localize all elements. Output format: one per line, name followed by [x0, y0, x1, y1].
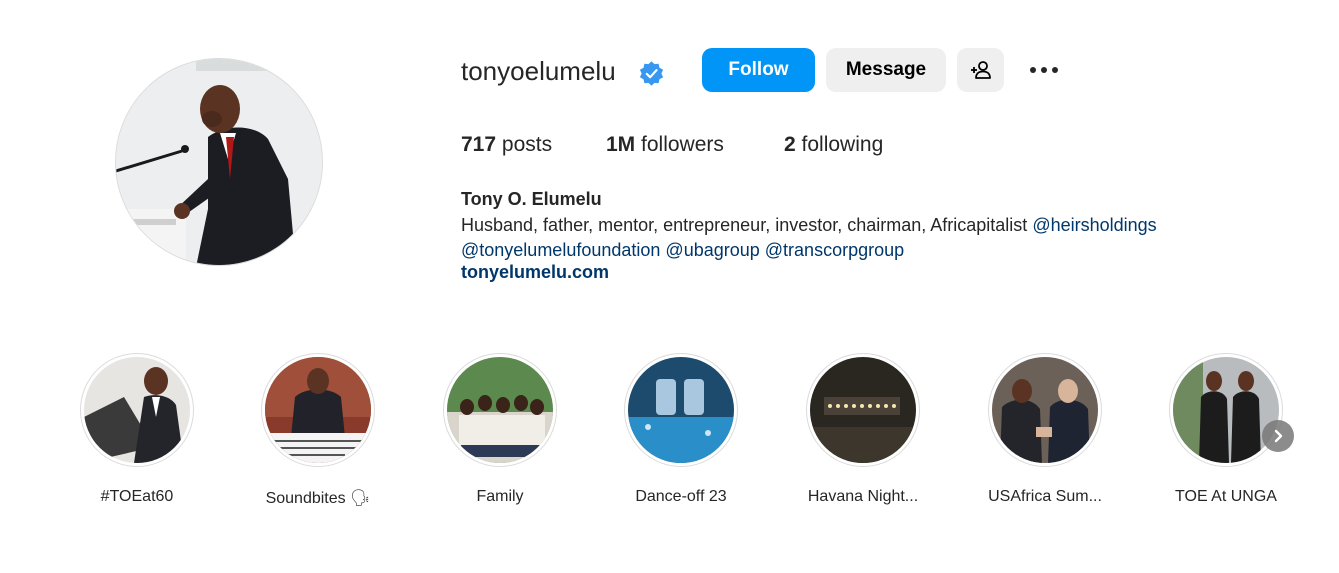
highlight-label: Family [476, 488, 524, 505]
highlight-item[interactable]: Soundbites 🗣 [238, 353, 398, 508]
highlight-image [628, 357, 734, 463]
following-link[interactable]: 2 following [784, 133, 883, 157]
more-options-icon [1030, 67, 1058, 73]
mention-transcorpgroup[interactable]: @transcorpgroup [765, 240, 904, 260]
suggest-user-button[interactable] [957, 48, 1004, 92]
chevron-right-icon [1274, 429, 1283, 443]
highlight-image [84, 357, 190, 463]
full-name: Tony O. Elumelu [461, 189, 602, 209]
highlight-cover [1169, 353, 1283, 467]
profile-avatar[interactable] [115, 58, 323, 266]
posts-count-value: 717 [461, 133, 497, 156]
highlight-item[interactable]: Dance-off 23 [601, 353, 761, 506]
highlight-item[interactable]: #TOEat60 [57, 353, 217, 506]
avatar-image [116, 59, 322, 265]
highlight-image [265, 357, 371, 463]
profile-page: tonyoelumelu Follow Message 717 posts 1M… [0, 0, 1339, 573]
highlight-item[interactable]: USAfrica Sum... [965, 353, 1125, 506]
website-link[interactable]: tonyelumelu.com [461, 262, 609, 283]
highlights-next-button[interactable] [1262, 420, 1294, 452]
followers-count-label: followers [641, 133, 724, 156]
bio: Husband, father, mentor, entrepreneur, i… [461, 213, 1241, 262]
highlight-label: Soundbites 🗣 [265, 490, 371, 507]
username: tonyoelumelu [461, 56, 616, 86]
highlight-cover [80, 353, 194, 467]
mention-tonyelumelufoundation[interactable]: @tonyelumelufoundation [461, 240, 660, 260]
highlight-cover [261, 353, 375, 467]
highlight-label: Dance-off 23 [635, 488, 727, 505]
highlight-cover [443, 353, 557, 467]
follow-button[interactable]: Follow [702, 48, 815, 92]
highlight-item[interactable]: Family [420, 353, 580, 506]
highlight-item[interactable]: Havana Night... [783, 353, 943, 506]
followers-link[interactable]: 1M followers [606, 133, 724, 157]
add-person-icon [970, 61, 991, 79]
mention-heirsholdings[interactable]: @heirsholdings [1032, 215, 1156, 235]
highlight-label: #TOEat60 [100, 488, 174, 505]
bio-text: Husband, father, mentor, entrepreneur, i… [461, 215, 1028, 235]
mention-ubagroup[interactable]: @ubagroup [665, 240, 759, 260]
highlight-image [992, 357, 1098, 463]
highlight-label: USAfrica Sum... [988, 488, 1102, 505]
more-options-button[interactable] [1020, 48, 1068, 92]
highlight-label: Havana Night... [807, 488, 919, 505]
highlight-cover [624, 353, 738, 467]
highlight-cover [806, 353, 920, 467]
highlight-image [810, 357, 916, 463]
highlight-image [447, 357, 553, 463]
posts-count: 717 posts [461, 133, 552, 157]
highlight-label: TOE At UNGA [1175, 488, 1277, 505]
highlight-image [1173, 357, 1279, 463]
verified-badge-icon [639, 61, 664, 86]
highlight-cover [988, 353, 1102, 467]
following-count-label: following [801, 133, 884, 156]
posts-count-label: posts [501, 133, 553, 156]
message-button[interactable]: Message [826, 48, 946, 92]
following-count-value: 2 [784, 133, 796, 156]
followers-count-value: 1M [606, 133, 636, 156]
